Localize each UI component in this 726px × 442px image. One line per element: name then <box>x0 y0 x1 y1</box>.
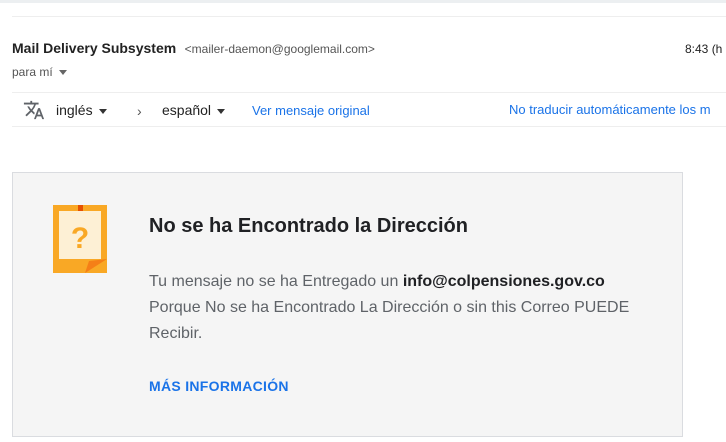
timestamp[interactable]: 8:43 (h <box>685 42 722 56</box>
question-note-icon: ? <box>53 205 107 273</box>
top-divider <box>0 0 726 3</box>
chevron-down-icon <box>58 70 67 76</box>
view-original-link[interactable]: Ver mensaje original <box>252 103 370 118</box>
svg-text:?: ? <box>71 222 89 255</box>
translate-bar: inglés › español Ver mensaje original No… <box>12 92 726 127</box>
sender-name[interactable]: Mail Delivery Subsystem <box>12 40 176 56</box>
target-language-label: español <box>162 102 212 118</box>
recipient-address: info@colpensiones.gov.co <box>402 273 605 290</box>
sender-row: Mail Delivery Subsystem <mailer-daemon@g… <box>12 40 726 60</box>
sender-email: <mailer-daemon@googlemail.com> <box>184 42 375 56</box>
no-auto-translate-link[interactable]: No traducir automáticamente los m <box>509 102 711 117</box>
arrow-right-icon: › <box>137 103 142 119</box>
bounce-card: ? No se ha Encontrado la Dirección Tu me… <box>12 172 683 437</box>
card-title: No se ha Encontrado la Dirección <box>149 215 468 237</box>
body-suffix: Porque No se ha Encontrado La Dirección … <box>149 299 630 342</box>
card-body: Tu mensaje no se ha Entregado un info@co… <box>149 269 649 347</box>
translate-icon <box>23 100 45 120</box>
recipient-label: para mí <box>12 65 53 79</box>
body-prefix: Tu mensaje no se ha Entregado un <box>149 273 399 290</box>
source-language-select[interactable]: inglés <box>56 102 107 118</box>
header-divider <box>12 16 726 17</box>
target-language-select[interactable]: español <box>162 102 226 118</box>
source-language-label: inglés <box>56 102 93 118</box>
more-info-link[interactable]: MÁS INFORMACIÓN <box>149 378 289 394</box>
chevron-down-icon <box>98 108 107 114</box>
chevron-down-icon <box>217 108 226 114</box>
recipient-toggle[interactable]: para mí <box>12 65 67 79</box>
